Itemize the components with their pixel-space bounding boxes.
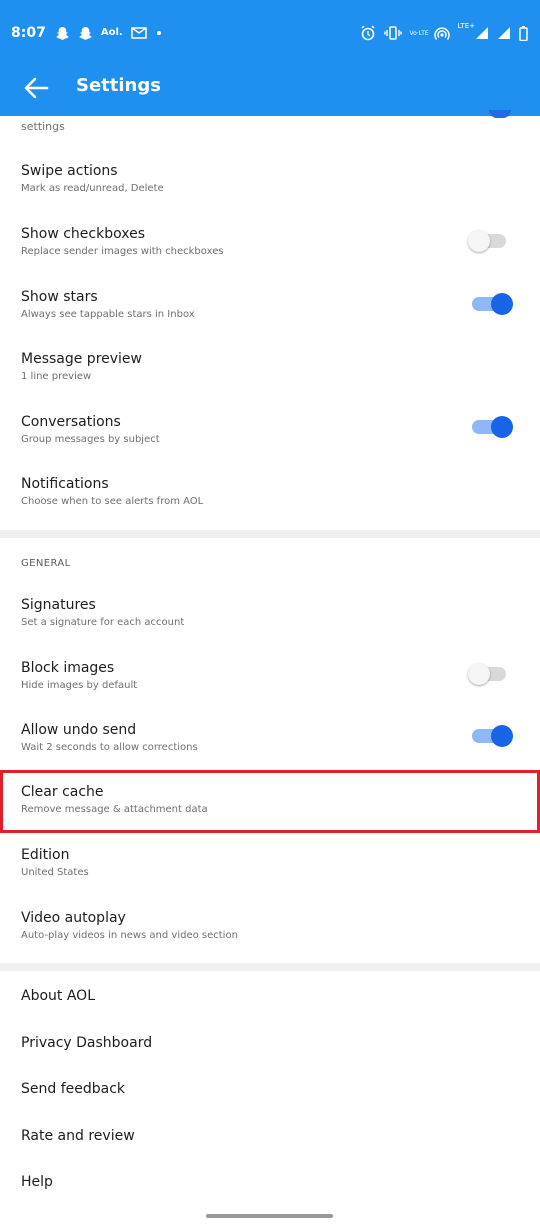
aol-logo-icon: Aol. — [100, 27, 123, 38]
setting-row-about-aol[interactable]: About AOL — [0, 975, 540, 1021]
setting-title: Signatures — [21, 597, 96, 613]
setting-row-message-preview[interactable]: Message preview 1 line preview — [0, 338, 540, 400]
setting-subtitle: Choose when to see alerts from AOL — [21, 496, 204, 507]
lte-signal-icon: LTE+ — [458, 22, 490, 40]
block-images-toggle[interactable] — [468, 660, 508, 688]
toggle-knob — [491, 293, 513, 315]
setting-title: Conversations — [21, 414, 121, 430]
signal-bars-icon — [476, 27, 488, 39]
status-bar: 8:07 Aol. Vo·LTE LTE+ — [0, 0, 540, 58]
setting-row-block-images[interactable]: Block images Hide images by default — [0, 647, 540, 709]
signal-icon — [498, 27, 510, 39]
setting-subtitle: United States — [21, 867, 89, 878]
setting-subtitle: Set a signature for each account — [21, 617, 185, 628]
clipped-row-subtitle: settings — [21, 120, 65, 133]
page-title: Settings — [76, 75, 161, 96]
setting-title: Video autoplay — [21, 910, 126, 926]
setting-subtitle: Hide images by default — [21, 680, 138, 691]
toggle-knob — [491, 725, 513, 747]
conversations-toggle[interactable] — [472, 413, 513, 441]
setting-title: Privacy Dashboard — [21, 1035, 153, 1051]
allow-undo-send-toggle[interactable] — [472, 722, 513, 750]
setting-title: About AOL — [21, 988, 95, 1004]
setting-subtitle: Auto-play videos in news and video secti… — [21, 930, 238, 941]
setting-title: Notifications — [21, 476, 109, 492]
setting-subtitle: 1 line preview — [21, 371, 92, 382]
setting-title: Rate and review — [21, 1128, 135, 1144]
setting-title: Edition — [21, 847, 70, 863]
setting-title: Help — [21, 1174, 53, 1190]
vibrate-icon — [383, 26, 402, 40]
setting-title: Swipe actions — [21, 163, 118, 179]
setting-row-rate-and-review[interactable]: Rate and review — [0, 1115, 540, 1161]
setting-subtitle: Group messages by subject — [21, 434, 160, 445]
setting-row-help[interactable]: Help — [0, 1161, 540, 1207]
section-divider — [0, 963, 540, 971]
setting-row-show-checkboxes[interactable]: Show checkboxes Replace sender images wi… — [0, 213, 540, 275]
setting-title: Allow undo send — [21, 722, 137, 738]
setting-row-privacy-dashboard[interactable]: Privacy Dashboard — [0, 1022, 540, 1068]
snapchat-icon — [79, 26, 92, 40]
back-arrow-icon[interactable] — [22, 74, 50, 102]
setting-subtitle: Replace sender images with checkboxes — [21, 246, 224, 257]
setting-row-edition[interactable]: Edition United States — [0, 834, 540, 896]
setting-row-notifications[interactable]: Notifications Choose when to see alerts … — [0, 463, 540, 525]
alarm-icon — [360, 25, 375, 41]
email-icon — [130, 27, 147, 39]
setting-title: Send feedback — [21, 1081, 126, 1097]
setting-row-allow-undo-send[interactable]: Allow undo send Wait 2 seconds to allow … — [0, 709, 540, 771]
battery-icon — [519, 25, 528, 41]
setting-subtitle: Remove message & attachment data — [21, 804, 208, 815]
toggle-knob — [468, 230, 490, 252]
setting-title: Show stars — [21, 289, 98, 305]
setting-row-send-feedback[interactable]: Send feedback — [0, 1068, 540, 1114]
setting-row-show-stars[interactable]: Show stars Always see tappable stars in … — [0, 276, 540, 338]
setting-title: Show checkboxes — [21, 226, 145, 242]
snapchat-icon — [56, 26, 69, 40]
toggle-knob — [468, 663, 490, 685]
setting-subtitle: Always see tappable stars in Inbox — [21, 309, 195, 320]
section-divider — [0, 530, 540, 538]
setting-title: Message preview — [21, 351, 142, 367]
clipped-toggle[interactable] — [489, 110, 511, 118]
setting-subtitle: Wait 2 seconds to allow corrections — [21, 742, 198, 753]
lte-label: LTE+ — [457, 22, 476, 30]
app-bar: Settings — [0, 58, 540, 116]
toggle-knob — [491, 416, 513, 438]
dot-icon — [156, 31, 161, 35]
setting-row-signatures[interactable]: Signatures Set a signature for each acco… — [0, 584, 540, 646]
setting-row-clear-cache[interactable]: Clear cache Remove message & attachment … — [0, 772, 540, 828]
setting-row-swipe-actions[interactable]: Swipe actions Mark as read/unread, Delet… — [0, 150, 540, 212]
show-stars-toggle[interactable] — [472, 290, 513, 318]
gesture-nav-pill[interactable] — [206, 1214, 333, 1218]
volte-icon: Vo·LTE — [409, 29, 429, 37]
status-time: 8:07 — [11, 25, 46, 41]
hotspot-icon — [433, 27, 450, 40]
setting-subtitle: Mark as read/unread, Delete — [21, 183, 164, 194]
setting-row-conversations[interactable]: Conversations Group messages by subject — [0, 401, 540, 463]
show-checkboxes-toggle[interactable] — [468, 227, 508, 255]
setting-row-video-autoplay[interactable]: Video autoplay Auto-play videos in news … — [0, 897, 540, 959]
section-header-general: GENERAL — [21, 558, 71, 569]
setting-title: Clear cache — [21, 784, 104, 800]
setting-title: Block images — [21, 660, 115, 676]
